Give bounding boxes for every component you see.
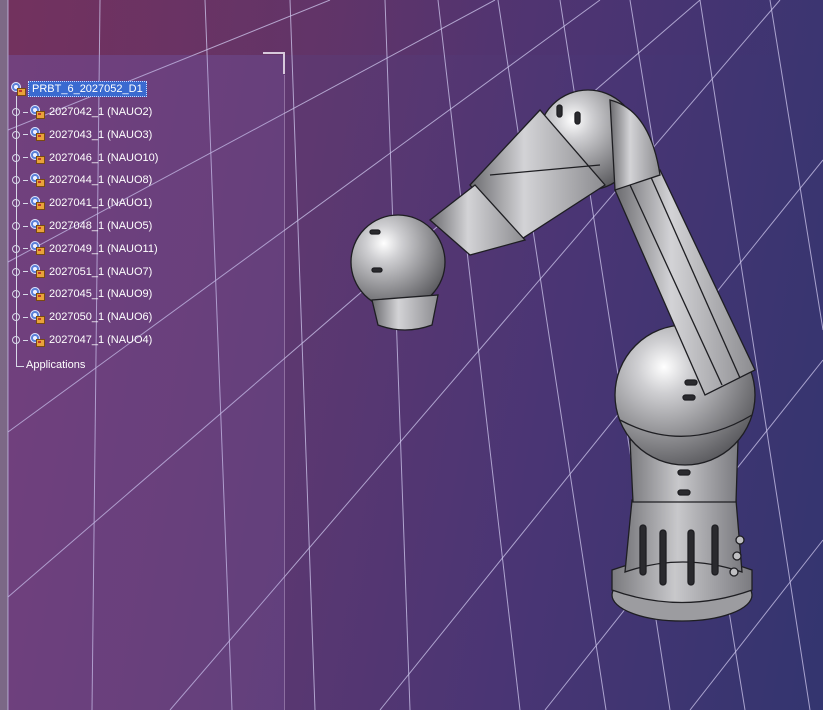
- tree-item[interactable]: 2027049_1 (NAUO11): [12, 241, 160, 257]
- tree-item[interactable]: 2027042_1 (NAUO2): [12, 104, 154, 120]
- tree-applications-node[interactable]: Applications: [26, 357, 85, 373]
- tree-item[interactable]: 2027047_1 (NAUO4): [12, 332, 154, 348]
- tree-connector: [23, 225, 28, 227]
- part-icon: [29, 104, 46, 120]
- tree-connector: [23, 202, 28, 204]
- part-icon: [29, 195, 46, 211]
- tree-connector: [23, 316, 28, 318]
- expand-node-icon[interactable]: [12, 290, 20, 299]
- tree-item-label[interactable]: 2027051_1 (NAUO7): [47, 265, 154, 279]
- tree-connector: [23, 134, 28, 136]
- part-icon: [29, 264, 46, 279]
- tree-item-label[interactable]: 2027048_1 (NAUO5): [47, 219, 154, 233]
- tree-connector: [23, 157, 28, 159]
- part-icon: [29, 218, 46, 234]
- tree-item[interactable]: 2027043_1 (NAUO3): [12, 127, 154, 143]
- tree-connector: [23, 111, 28, 113]
- tree-root-label[interactable]: PRBT_6_2027052_D1: [28, 81, 147, 97]
- expand-node-icon[interactable]: [12, 176, 20, 185]
- tree-item-label[interactable]: 2027046_1 (NAUO10): [47, 151, 160, 165]
- tree-corner-marker: [263, 52, 285, 54]
- part-icon: [29, 241, 46, 256]
- tree-item[interactable]: 2027048_1 (NAUO5): [12, 218, 154, 234]
- tree-item-label[interactable]: 2027050_1 (NAUO6): [47, 310, 154, 324]
- tree-item-label[interactable]: 2027045_1 (NAUO9): [47, 287, 154, 301]
- expand-node-icon[interactable]: [12, 244, 20, 253]
- tree-root-node[interactable]: PRBT_6_2027052_D1: [10, 81, 147, 97]
- tree-item[interactable]: 2027041_1 (NAUO1): [12, 195, 154, 211]
- 3d-viewport[interactable]: PRBT_6_2027052_D1 2027042_1 (NAUO2) 20270…: [0, 0, 823, 710]
- expand-node-icon[interactable]: [12, 336, 20, 344]
- tree-item-label[interactable]: 2027043_1 (NAUO3): [47, 128, 154, 142]
- part-icon: [29, 127, 46, 142]
- tree-item-label[interactable]: 2027041_1 (NAUO1): [47, 196, 154, 210]
- expand-node-icon[interactable]: [12, 199, 20, 208]
- tree-connector: [23, 179, 28, 181]
- expand-node-icon[interactable]: [12, 313, 20, 322]
- expand-node-icon[interactable]: [12, 267, 20, 276]
- tree-item-label[interactable]: 2027049_1 (NAUO11): [47, 242, 160, 256]
- tree-item[interactable]: 2027046_1 (NAUO10): [12, 150, 160, 166]
- tree-connector: [23, 339, 28, 341]
- tree-item[interactable]: 2027050_1 (NAUO6): [12, 309, 154, 325]
- tree-item[interactable]: 2027045_1 (NAUO9): [12, 286, 154, 302]
- expand-node-icon[interactable]: [12, 130, 20, 139]
- part-icon: [29, 172, 46, 188]
- applications-label: Applications: [26, 359, 86, 371]
- part-icon: [29, 309, 46, 325]
- tree-connector: [23, 293, 28, 295]
- expand-node-icon[interactable]: [12, 222, 20, 230]
- tree-edge: [284, 75, 285, 710]
- expand-node-icon[interactable]: [12, 153, 20, 162]
- expand-node-icon[interactable]: [12, 108, 20, 116]
- tree-corner-marker: [283, 52, 285, 74]
- part-icon: [29, 332, 46, 348]
- tree-connector: [23, 271, 28, 273]
- tree-item-label[interactable]: 2027047_1 (NAUO4): [47, 333, 154, 347]
- tree-connector: [16, 366, 24, 367]
- assembly-icon: [10, 81, 27, 97]
- part-icon: [29, 286, 46, 302]
- tree-connector: [23, 248, 28, 250]
- tree-item[interactable]: 2027044_1 (NAUO8): [12, 172, 154, 188]
- part-icon: [29, 150, 46, 165]
- tree-item-label[interactable]: 2027044_1 (NAUO8): [47, 173, 154, 187]
- tree-item[interactable]: 2027051_1 (NAUO7): [12, 264, 154, 280]
- tree-item-label[interactable]: 2027042_1 (NAUO2): [47, 105, 154, 119]
